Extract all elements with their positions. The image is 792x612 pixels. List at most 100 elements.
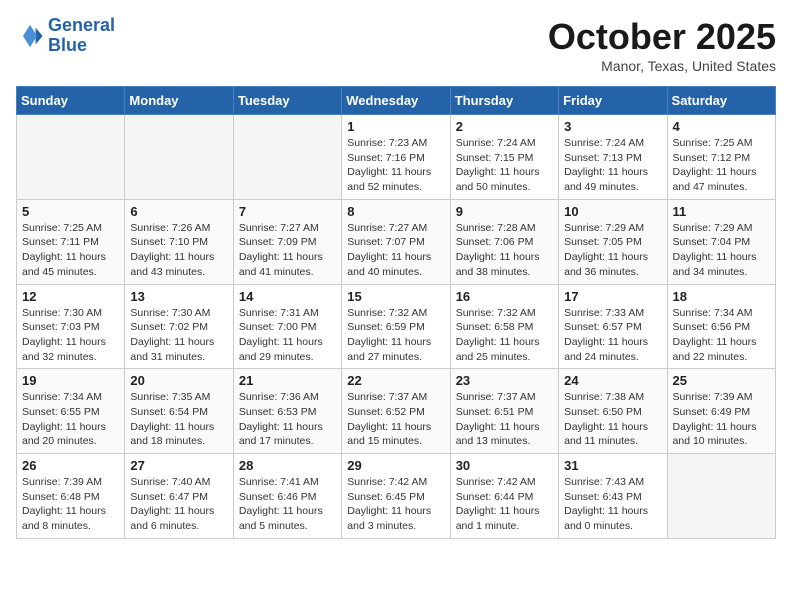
logo: General Blue (16, 16, 115, 56)
day-number: 8 (347, 204, 444, 219)
week-row-4: 19 Sunrise: 7:34 AMSunset: 6:55 PMDayligh… (17, 369, 776, 454)
calendar-cell: 2Sunrise: 7:24 AMSunset: 7:15 PMDaylight… (450, 115, 558, 200)
day-info: Sunrise: 7:23 AMSunset: 7:16 PMDaylight:… (347, 136, 444, 195)
calendar-cell: 19 Sunrise: 7:34 AMSunset: 6:55 PMDayligh… (17, 369, 125, 454)
day-info: Sunrise: 7:25 AMSunset: 7:12 PMDaylight:… (673, 136, 770, 195)
day-info: Sunrise: 7:32 AMSunset: 6:59 PMDaylight:… (347, 306, 444, 365)
day-number: 23 (456, 373, 553, 388)
week-row-5: 26 Sunrise: 7:39 AMSunset: 6:48 PMDayligh… (17, 454, 776, 539)
day-number: 25 (673, 373, 770, 388)
day-number: 24 (564, 373, 661, 388)
calendar-cell: 30 Sunrise: 7:42 AMSunset: 6:44 PMDayligh… (450, 454, 558, 539)
day-info: Sunrise: 7:29 AMSunset: 7:04 PMDaylight:… (673, 221, 770, 280)
day-number: 1 (347, 119, 444, 134)
calendar-header-row: Sunday Monday Tuesday Wednesday Thursday… (17, 87, 776, 115)
day-info: Sunrise: 7:27 AMSunset: 7:07 PMDaylight:… (347, 221, 444, 280)
day-number: 26 (22, 458, 119, 473)
day-info: Sunrise: 7:30 AMSunset: 7:03 PMDaylight:… (22, 306, 119, 365)
calendar-cell (233, 115, 341, 200)
day-info: Sunrise: 7:41 AMSunset: 6:46 PMDaylight:… (239, 475, 336, 534)
logo-text: General Blue (48, 16, 115, 56)
col-sunday: Sunday (17, 87, 125, 115)
calendar-cell: 9 Sunrise: 7:28 AMSunset: 7:06 PMDaylight… (450, 199, 558, 284)
calendar-cell: 27Sunrise: 7:40 AMSunset: 6:47 PMDayligh… (125, 454, 233, 539)
title-area: October 2025 Manor, Texas, United States (548, 16, 776, 74)
calendar-cell: 21Sunrise: 7:36 AMSunset: 6:53 PMDayligh… (233, 369, 341, 454)
day-number: 11 (673, 204, 770, 219)
day-number: 4 (673, 119, 770, 134)
week-row-2: 5 Sunrise: 7:25 AMSunset: 7:11 PMDaylight… (17, 199, 776, 284)
day-number: 14 (239, 289, 336, 304)
calendar-cell: 8 Sunrise: 7:27 AMSunset: 7:07 PMDaylight… (342, 199, 450, 284)
day-number: 6 (130, 204, 227, 219)
day-info: Sunrise: 7:42 AMSunset: 6:44 PMDaylight:… (456, 475, 553, 534)
day-info: Sunrise: 7:36 AMSunset: 6:53 PMDaylight:… (239, 390, 336, 449)
calendar-cell: 31Sunrise: 7:43 AMSunset: 6:43 PMDayligh… (559, 454, 667, 539)
day-info: Sunrise: 7:25 AMSunset: 7:11 PMDaylight:… (22, 221, 119, 280)
day-number: 13 (130, 289, 227, 304)
day-info: Sunrise: 7:38 AMSunset: 6:50 PMDaylight:… (564, 390, 661, 449)
calendar-cell: 12 Sunrise: 7:30 AMSunset: 7:03 PMDayligh… (17, 284, 125, 369)
day-info: Sunrise: 7:28 AMSunset: 7:06 PMDaylight:… (456, 221, 553, 280)
calendar-cell: 22Sunrise: 7:37 AMSunset: 6:52 PMDayligh… (342, 369, 450, 454)
day-info: Sunrise: 7:34 AMSunset: 6:55 PMDaylight:… (22, 390, 119, 449)
day-info: Sunrise: 7:39 AMSunset: 6:49 PMDaylight:… (673, 390, 770, 449)
calendar-cell: 18Sunrise: 7:34 AMSunset: 6:56 PMDayligh… (667, 284, 775, 369)
day-number: 15 (347, 289, 444, 304)
day-info: Sunrise: 7:26 AMSunset: 7:10 PMDaylight:… (130, 221, 227, 280)
day-info: Sunrise: 7:42 AMSunset: 6:45 PMDaylight:… (347, 475, 444, 534)
col-wednesday: Wednesday (342, 87, 450, 115)
calendar-cell: 6 Sunrise: 7:26 AMSunset: 7:10 PMDaylight… (125, 199, 233, 284)
calendar-cell (125, 115, 233, 200)
calendar: Sunday Monday Tuesday Wednesday Thursday… (16, 86, 776, 539)
day-info: Sunrise: 7:37 AMSunset: 6:51 PMDaylight:… (456, 390, 553, 449)
day-info: Sunrise: 7:39 AMSunset: 6:48 PMDaylight:… (22, 475, 119, 534)
day-info: Sunrise: 7:31 AMSunset: 7:00 PMDaylight:… (239, 306, 336, 365)
day-number: 17 (564, 289, 661, 304)
day-number: 5 (22, 204, 119, 219)
day-number: 19 (22, 373, 119, 388)
day-number: 7 (239, 204, 336, 219)
day-info: Sunrise: 7:35 AMSunset: 6:54 PMDaylight:… (130, 390, 227, 449)
calendar-cell: 29Sunrise: 7:42 AMSunset: 6:45 PMDayligh… (342, 454, 450, 539)
day-info: Sunrise: 7:32 AMSunset: 6:58 PMDaylight:… (456, 306, 553, 365)
page-header: General Blue October 2025 Manor, Texas, … (16, 16, 776, 74)
col-monday: Monday (125, 87, 233, 115)
week-row-3: 12 Sunrise: 7:30 AMSunset: 7:03 PMDayligh… (17, 284, 776, 369)
logo-icon (16, 22, 44, 50)
calendar-cell (667, 454, 775, 539)
col-friday: Friday (559, 87, 667, 115)
calendar-cell: 16 Sunrise: 7:32 AMSunset: 6:58 PMDayligh… (450, 284, 558, 369)
calendar-cell: 13 Sunrise: 7:30 AMSunset: 7:02 PMDayligh… (125, 284, 233, 369)
day-number: 9 (456, 204, 553, 219)
day-number: 12 (22, 289, 119, 304)
col-tuesday: Tuesday (233, 87, 341, 115)
calendar-cell: 5 Sunrise: 7:25 AMSunset: 7:11 PMDaylight… (17, 199, 125, 284)
day-info: Sunrise: 7:40 AMSunset: 6:47 PMDaylight:… (130, 475, 227, 534)
calendar-cell: 10Sunrise: 7:29 AMSunset: 7:05 PMDayligh… (559, 199, 667, 284)
col-saturday: Saturday (667, 87, 775, 115)
month-title: October 2025 (548, 16, 776, 58)
calendar-cell: 26 Sunrise: 7:39 AMSunset: 6:48 PMDayligh… (17, 454, 125, 539)
day-info: Sunrise: 7:27 AMSunset: 7:09 PMDaylight:… (239, 221, 336, 280)
day-info: Sunrise: 7:30 AMSunset: 7:02 PMDaylight:… (130, 306, 227, 365)
calendar-cell: 7 Sunrise: 7:27 AMSunset: 7:09 PMDaylight… (233, 199, 341, 284)
day-number: 10 (564, 204, 661, 219)
day-number: 16 (456, 289, 553, 304)
calendar-cell: 11 Sunrise: 7:29 AMSunset: 7:04 PMDayligh… (667, 199, 775, 284)
calendar-cell: 3Sunrise: 7:24 AMSunset: 7:13 PMDaylight… (559, 115, 667, 200)
week-row-1: 1 Sunrise: 7:23 AMSunset: 7:16 PMDaylight… (17, 115, 776, 200)
calendar-cell: 14 Sunrise: 7:31 AMSunset: 7:00 PMDayligh… (233, 284, 341, 369)
day-number: 31 (564, 458, 661, 473)
day-info: Sunrise: 7:37 AMSunset: 6:52 PMDaylight:… (347, 390, 444, 449)
calendar-cell: 28 Sunrise: 7:41 AMSunset: 6:46 PMDayligh… (233, 454, 341, 539)
calendar-cell: 1 Sunrise: 7:23 AMSunset: 7:16 PMDaylight… (342, 115, 450, 200)
day-number: 30 (456, 458, 553, 473)
day-info: Sunrise: 7:24 AMSunset: 7:15 PMDaylight:… (456, 136, 553, 195)
location: Manor, Texas, United States (548, 58, 776, 74)
calendar-cell: 15 Sunrise: 7:32 AMSunset: 6:59 PMDayligh… (342, 284, 450, 369)
calendar-cell: 23 Sunrise: 7:37 AMSunset: 6:51 PMDayligh… (450, 369, 558, 454)
day-info: Sunrise: 7:33 AMSunset: 6:57 PMDaylight:… (564, 306, 661, 365)
day-number: 28 (239, 458, 336, 473)
calendar-cell (17, 115, 125, 200)
